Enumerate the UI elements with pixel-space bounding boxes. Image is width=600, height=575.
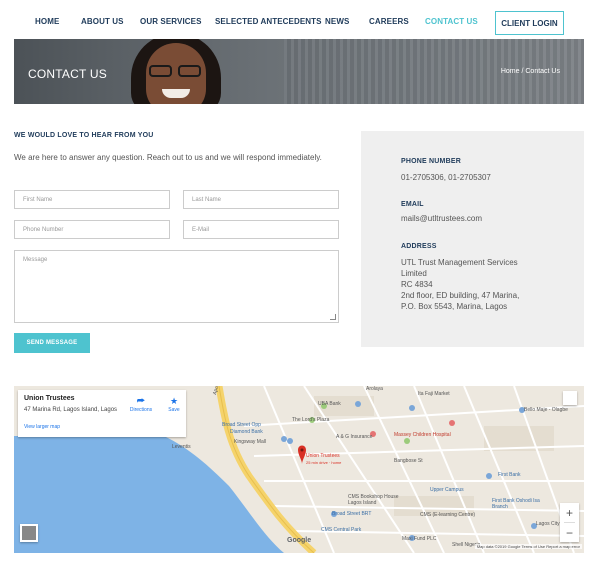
phone-number-input[interactable]: Phone Number: [14, 220, 170, 239]
address-line: 2nd floor, ED building, 47 Marina,: [401, 291, 520, 300]
map-label: Arolaya: [366, 386, 383, 392]
directions-label: Directions: [129, 407, 153, 413]
map-pin-label: Union Trustees: [306, 453, 340, 459]
last-name-input[interactable]: Last Name: [183, 190, 339, 209]
resize-handle-icon[interactable]: [330, 314, 336, 320]
map-label: Leventis: [172, 444, 191, 450]
address-line: P.O. Box 5543, Marina, Lagos: [401, 302, 508, 311]
first-name-input[interactable]: First Name: [14, 190, 170, 209]
map-label: CMS Bookshop House Lagos Island: [348, 494, 399, 506]
nav-careers[interactable]: CAREERS: [369, 17, 409, 26]
page-title: CONTACT US: [28, 67, 107, 81]
address-label: ADDRESS: [401, 243, 437, 250]
map-label: Diamond Bank: [230, 429, 263, 435]
map-label: Maxi Fund PLC: [402, 536, 437, 542]
map-label: Broad Street Opp: [222, 422, 261, 428]
zoom-in-button[interactable]: +: [560, 503, 579, 522]
email-label: EMAIL: [401, 201, 424, 208]
directions-icon: ⮫: [136, 396, 146, 406]
map-label: The Lord's Plaza: [292, 417, 330, 423]
map-pin-sublabel: 25 min drive · home: [306, 460, 342, 465]
send-message-button[interactable]: SEND MESSAGE: [14, 333, 90, 353]
map-label: First Bank Oshodi Isa Branch: [492, 498, 540, 510]
nav-news[interactable]: NEWS: [325, 17, 349, 26]
address-line: UTL Trust Management Services: [401, 258, 518, 267]
nav-about-us[interactable]: ABOUT US: [81, 17, 124, 26]
map-label: Massey Children Hospital: [394, 432, 451, 438]
zoom-control: + −: [560, 503, 579, 542]
map-label: First Bank: [498, 472, 521, 478]
map-attribution[interactable]: Map data ©2019 Google Terms of Use Repor…: [474, 544, 582, 549]
embedded-map[interactable]: Arolaya Ita Faji Market UBA Bank Bello M…: [14, 386, 584, 553]
map-label: UBA Bank: [318, 401, 341, 407]
form-heading: WE WOULD LOVE TO HEAR FROM YOU: [14, 132, 154, 139]
nav-home[interactable]: HOME: [35, 17, 59, 26]
hero-portrait-image: [129, 39, 224, 104]
phone-value: 01-2705306, 01-2705307: [401, 173, 491, 182]
map-label: A & G Insurance: [336, 434, 373, 440]
map-label: Ita Faji Market: [418, 391, 450, 397]
page-hero-banner: CONTACT US Home / Contact Us: [14, 39, 584, 104]
map-label: Bangbose St: [394, 458, 423, 464]
save-button[interactable]: ★ Save: [164, 395, 184, 413]
address-line: RC 4834: [401, 280, 433, 289]
star-icon: ★: [169, 396, 179, 406]
email-value[interactable]: mails@utltrustees.com: [401, 213, 482, 224]
map-label: CMS Central Park: [321, 527, 362, 533]
phone-label: PHONE NUMBER: [401, 158, 461, 165]
save-label: Save: [168, 407, 180, 413]
google-logo: Google: [287, 537, 312, 544]
message-textarea[interactable]: Message: [14, 250, 339, 323]
place-address: 47 Marina Rd, Lagos Island, Lagos: [24, 407, 118, 413]
contact-info-panel: PHONE NUMBER 01-2705306, 01-2705307 EMAI…: [361, 131, 584, 347]
map-label: Kingsway Mall: [234, 439, 266, 445]
street-view-pegman-icon[interactable]: [20, 524, 38, 542]
zoom-out-button[interactable]: −: [560, 523, 579, 542]
form-intro-text: We are here to answer any question. Reac…: [14, 153, 322, 162]
client-login-button[interactable]: CLIENT LOGIN: [495, 11, 564, 35]
map-label: Upper Campus: [430, 487, 464, 493]
nav-our-services[interactable]: OUR SERVICES: [140, 17, 202, 26]
message-placeholder: Message: [23, 257, 48, 263]
address-line: Limited: [401, 269, 427, 278]
view-larger-map-link[interactable]: View larger map: [24, 424, 60, 430]
map-label: CMS (E-learning Centre): [420, 512, 476, 518]
map-label: Broad Street BRT: [332, 511, 372, 517]
nav-contact-us[interactable]: CONTACT US: [425, 17, 478, 26]
fullscreen-button[interactable]: [563, 391, 577, 405]
map-place-card: Union Trustees 47 Marina Rd, Lagos Islan…: [18, 390, 186, 437]
place-name: Union Trustees: [24, 395, 75, 402]
nav-selected-antecedents[interactable]: SELECTED ANTECEDENTS: [215, 17, 322, 26]
directions-button[interactable]: ⮫ Directions: [128, 395, 154, 413]
email-input[interactable]: E-Mail: [183, 220, 339, 239]
main-navigation: HOME ABOUT US OUR SERVICES SELECTED ANTE…: [0, 0, 600, 44]
breadcrumb: Home / Contact Us: [500, 68, 560, 75]
map-label: Bello Maje - Olagbe: [524, 407, 568, 413]
